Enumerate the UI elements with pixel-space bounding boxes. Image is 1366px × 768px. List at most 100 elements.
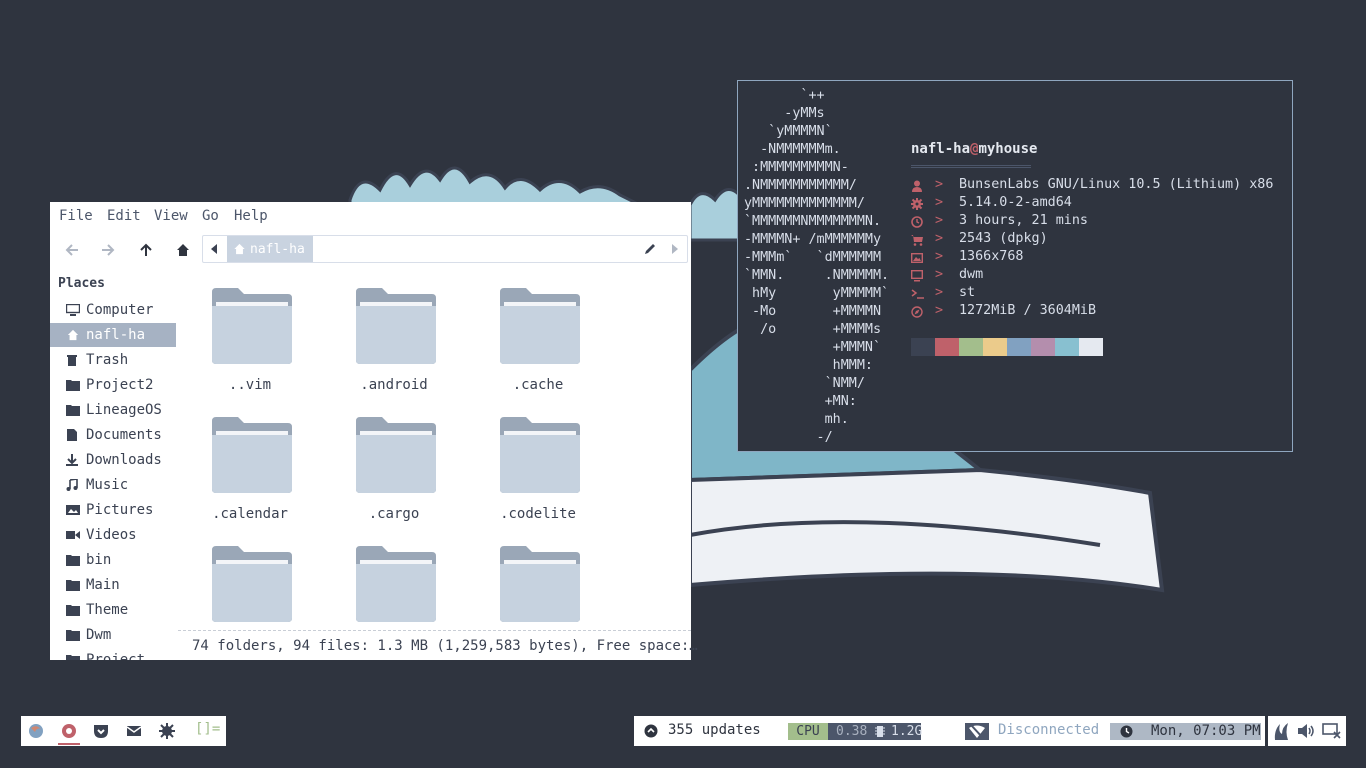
system-info-value: 3 hours, 21 mins bbox=[959, 213, 1088, 228]
sidebar-item-bin[interactable]: bin bbox=[50, 548, 176, 572]
palette-swatch bbox=[935, 338, 959, 356]
chevron-right-icon: > bbox=[935, 195, 944, 210]
system-info-value: BunsenLabs GNU/Linux 10.5 (Lithium) x86 bbox=[959, 177, 1274, 192]
file-item[interactable] bbox=[322, 530, 466, 624]
menu-go[interactable]: Go bbox=[202, 208, 219, 224]
file-item[interactable] bbox=[178, 530, 322, 624]
palette-swatch bbox=[1031, 338, 1055, 356]
menu-edit[interactable]: Edit bbox=[107, 208, 141, 224]
network-status[interactable]: Disconnected bbox=[998, 722, 1099, 738]
sidebar-item-downloads[interactable]: Downloads bbox=[50, 448, 176, 472]
layout-indicator[interactable]: []= bbox=[195, 721, 220, 737]
chevron-right-icon: > bbox=[935, 285, 944, 300]
sidebar-item-label: Videos bbox=[86, 527, 137, 543]
file-item[interactable]: ..vim bbox=[178, 272, 322, 400]
scroll-right-icon[interactable] bbox=[671, 244, 679, 254]
flame-icon[interactable] bbox=[1272, 722, 1292, 740]
edit-path-icon[interactable] bbox=[643, 242, 657, 256]
volume-icon[interactable] bbox=[1296, 722, 1316, 740]
status-text: 74 folders, 94 files: 1.3 MB (1,259,583 … bbox=[192, 638, 698, 654]
path-crumb-home[interactable]: nafl-ha bbox=[227, 236, 313, 262]
system-info-row: >1272MiB / 3604MiB bbox=[911, 303, 1291, 321]
sidebar-item-project[interactable]: Project bbox=[50, 648, 176, 660]
sidebar-item-nafl-ha[interactable]: nafl-ha bbox=[50, 323, 176, 347]
sidebar-item-pictures[interactable]: Pictures bbox=[50, 498, 176, 522]
system-info-row: > dwm bbox=[910, 267, 1291, 285]
datetime-block[interactable]: Mon, 07:03 PM bbox=[1110, 723, 1261, 740]
pocket-launcher[interactable] bbox=[87, 716, 115, 746]
sidebar-item-label: Theme bbox=[86, 602, 129, 618]
file-item[interactable] bbox=[466, 530, 610, 624]
sidebar-item-lineageos[interactable]: LineageOS bbox=[50, 398, 176, 422]
menu-file[interactable]: File bbox=[59, 208, 93, 224]
sidebar-item-label: Downloads bbox=[86, 452, 162, 468]
sidebar-item-main[interactable]: Main bbox=[50, 573, 176, 597]
folder-icon bbox=[66, 579, 80, 591]
user-icon bbox=[911, 180, 923, 192]
folder-icon bbox=[500, 546, 580, 622]
scroll-left-icon[interactable] bbox=[210, 244, 218, 254]
active-indicator bbox=[58, 743, 80, 745]
sidebar-item-label: Project bbox=[86, 652, 146, 660]
file-item-label: .cargo bbox=[368, 506, 420, 522]
system-info-value: st bbox=[959, 285, 976, 300]
videos-icon bbox=[66, 529, 80, 541]
chevron-right-icon: > bbox=[935, 213, 944, 228]
updates-count[interactable]: 355 updates bbox=[668, 722, 761, 738]
sidebar-item-label: Computer bbox=[86, 302, 154, 318]
file-item-label: .cache bbox=[512, 377, 564, 393]
folder-icon bbox=[356, 417, 436, 493]
terminal-window[interactable]: `++ -yMMs `yMMMMN` -NMMMMMMm. :MMMMMMMMM… bbox=[737, 80, 1293, 452]
file-grid: ..vim .android .cache .calendar .cargo .codel… bbox=[178, 272, 691, 624]
file-item[interactable]: .android bbox=[322, 272, 466, 400]
home-button[interactable] bbox=[167, 234, 199, 266]
sidebar-item-trash[interactable]: Trash bbox=[50, 348, 176, 372]
system-info-row: >2543 (dpkg) bbox=[911, 231, 1291, 249]
file-item[interactable]: .calendar bbox=[178, 401, 322, 529]
chevron-right-icon: > bbox=[935, 231, 944, 246]
folder-icon bbox=[66, 654, 80, 660]
forward-button[interactable] bbox=[92, 234, 124, 266]
mail-icon bbox=[126, 726, 142, 736]
status-bar: 74 folders, 94 files: 1.3 MB (1,259,583 … bbox=[178, 630, 698, 661]
chrome-launcher[interactable] bbox=[55, 716, 83, 746]
sidebar-item-documents[interactable]: Documents bbox=[50, 423, 176, 447]
palette-swatch bbox=[911, 338, 935, 356]
system-info-row: >1366x768 bbox=[910, 249, 1291, 267]
sidebar-item-theme[interactable]: Theme bbox=[50, 598, 176, 622]
folder-icon bbox=[500, 288, 580, 364]
firefox-launcher[interactable] bbox=[22, 716, 50, 746]
palette-swatch bbox=[959, 338, 983, 356]
settings-launcher[interactable] bbox=[153, 716, 181, 746]
sidebar-item-label: Documents bbox=[86, 427, 162, 443]
sidebar-item-label: bin bbox=[86, 552, 112, 568]
file-item-label: .codelite bbox=[500, 506, 576, 522]
palette-swatch bbox=[1055, 338, 1079, 356]
back-button[interactable] bbox=[56, 234, 88, 266]
trash-icon bbox=[66, 354, 80, 366]
up-button[interactable] bbox=[130, 234, 162, 266]
menu-help[interactable]: Help bbox=[234, 208, 268, 224]
sidebar-item-computer[interactable]: Computer bbox=[50, 298, 176, 322]
file-item[interactable]: .cache bbox=[466, 272, 610, 400]
sidebar-item-dwm[interactable]: Dwm bbox=[50, 623, 176, 647]
folder-icon bbox=[212, 288, 292, 364]
menu-view[interactable]: View bbox=[154, 208, 188, 224]
wifi-off-icon bbox=[969, 725, 985, 738]
terminal-icon bbox=[911, 288, 924, 300]
sidebar-item-project2[interactable]: Project2 bbox=[50, 373, 176, 397]
folder-icon bbox=[212, 417, 292, 493]
mail-launcher[interactable] bbox=[120, 716, 148, 746]
file-item[interactable]: .codelite bbox=[466, 401, 610, 529]
file-item-label: ..vim bbox=[228, 377, 272, 393]
file-item-label: .android bbox=[360, 377, 428, 393]
display-icon[interactable] bbox=[1322, 722, 1342, 740]
sidebar-item-videos[interactable]: Videos bbox=[50, 523, 176, 547]
file-item[interactable]: .cargo bbox=[322, 401, 466, 529]
folder-icon bbox=[212, 546, 292, 622]
sidebar-item-music[interactable]: Music bbox=[50, 473, 176, 497]
system-info-row: > st bbox=[911, 285, 1291, 303]
path-bar[interactable]: nafl-ha bbox=[202, 235, 688, 263]
app-dock: []= bbox=[21, 716, 226, 746]
compass-icon bbox=[911, 306, 923, 318]
